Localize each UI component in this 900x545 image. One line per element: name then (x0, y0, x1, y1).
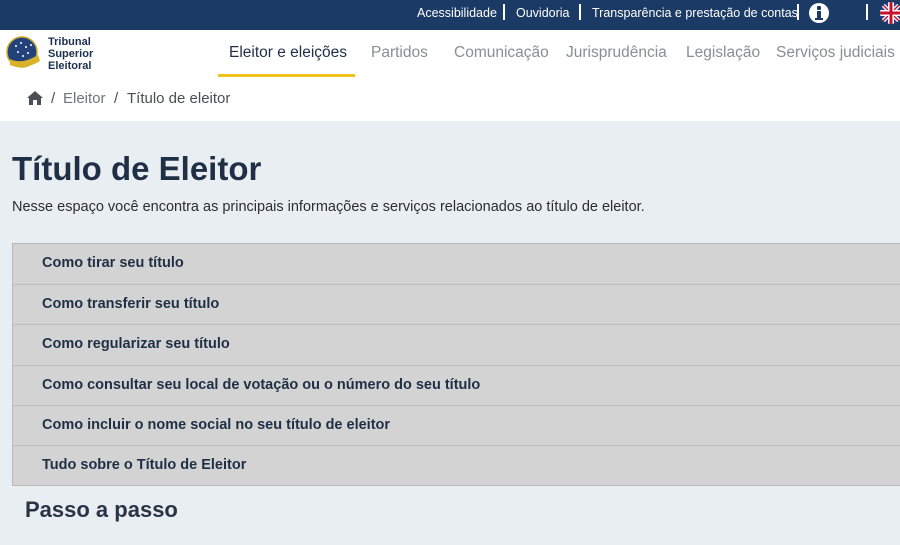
nav-item-eleitor-e-eleicoes[interactable]: Eleitor e eleições (229, 30, 347, 77)
topbar-link-transparencia[interactable]: Transparência e prestação de contas (592, 0, 798, 30)
main-header: Tribunal Superior Eleitoral Eleitor e el… (0, 30, 900, 77)
tse-emblem-icon[interactable] (6, 35, 44, 71)
services-accordion: Como tirar seu título Como transferir se… (12, 243, 900, 486)
accordion-item-label: Como regularizar seu título (42, 336, 230, 352)
logo-line: Eleitoral (48, 60, 92, 72)
nav-item-comunicacao[interactable]: Comunicação (454, 30, 549, 77)
topbar-divider (866, 4, 868, 20)
logo-line: Superior (48, 48, 94, 60)
home-icon[interactable] (26, 90, 44, 106)
topbar-divider (579, 4, 581, 20)
nav-item-legislacao[interactable]: Legislação (686, 30, 760, 77)
accordion-item-como-transferir[interactable]: Como transferir seu título (13, 284, 900, 324)
page-title: Título de Eleitor (12, 150, 262, 187)
logo-line: Tribunal (48, 36, 91, 48)
accordion-item-nome-social[interactable]: Como incluir o nome social no seu título… (13, 405, 900, 445)
accordion-item-tudo-sobre[interactable]: Tudo sobre o Título de Eleitor (13, 445, 900, 485)
breadcrumb-separator: / (51, 90, 56, 107)
breadcrumb-item-eleitor[interactable]: Eleitor (63, 77, 106, 121)
top-utility-bar: Acessibilidade Ouvidoria Transparência e… (0, 0, 900, 30)
accordion-item-label: Como transferir seu título (42, 296, 220, 312)
nav-item-partidos[interactable]: Partidos (371, 30, 428, 77)
accordion-item-label: Como consultar seu local de votação ou o… (42, 377, 481, 393)
accordion-item-como-consultar[interactable]: Como consultar seu local de votação ou o… (13, 365, 900, 405)
nav-item-servicos-judiciais[interactable]: Serviços judiciais (776, 30, 895, 77)
accordion-item-label: Tudo sobre o Título de Eleitor (42, 457, 247, 473)
accordion-item-como-tirar[interactable]: Como tirar seu título (13, 244, 900, 284)
page-subtitle: Nesse espaço você encontra as principais… (12, 199, 645, 215)
site-logo-text[interactable]: Tribunal Superior Eleitoral (48, 36, 93, 72)
accordion-item-label: Como tirar seu título (42, 255, 184, 271)
section-heading-passo-a-passo: Passo a passo (25, 497, 178, 522)
topbar-divider (503, 4, 505, 20)
topbar-divider (797, 4, 799, 20)
accordion-item-label: Como incluir o nome social no seu título… (42, 417, 391, 433)
info-icon[interactable] (809, 3, 829, 23)
breadcrumb-separator: / (114, 90, 119, 107)
topbar-link-ouvidoria[interactable]: Ouvidoria (516, 0, 570, 30)
accordion-item-como-regularizar[interactable]: Como regularizar seu título (13, 324, 900, 364)
nav-item-jurisprudencia[interactable]: Jurisprudência (566, 30, 667, 77)
topbar-link-acessibilidade[interactable]: Acessibilidade (417, 0, 497, 30)
breadcrumb-item-current: Título de eleitor (127, 90, 231, 107)
uk-flag-icon[interactable] (880, 2, 900, 24)
breadcrumb: / Eleitor / Título de eleitor (0, 77, 900, 121)
